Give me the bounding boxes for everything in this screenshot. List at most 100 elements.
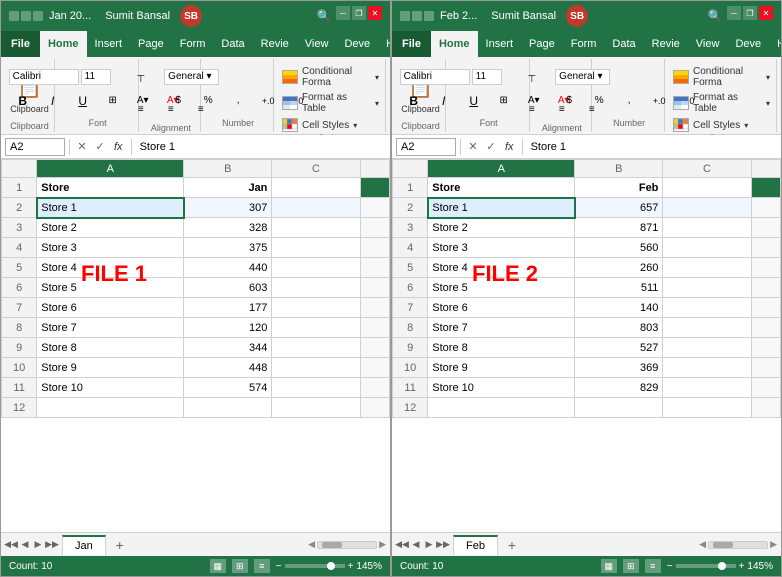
search-button[interactable]: 🔍 bbox=[705, 6, 725, 26]
cell-c1[interactable] bbox=[272, 178, 360, 198]
cell-a2[interactable]: Store 1 bbox=[428, 198, 575, 218]
normal-view-button[interactable]: ▦ bbox=[210, 559, 226, 573]
cell-c10[interactable] bbox=[663, 358, 751, 378]
cell-b5[interactable]: 260 bbox=[575, 258, 663, 278]
cell-a5[interactable]: Store 4 bbox=[428, 258, 575, 278]
name-box[interactable] bbox=[396, 138, 456, 156]
currency-button[interactable]: $ bbox=[555, 87, 583, 115]
formula-input[interactable] bbox=[527, 138, 777, 156]
comma-button[interactable]: , bbox=[224, 87, 252, 115]
tab-insert[interactable]: Insert bbox=[87, 31, 131, 57]
tab-page[interactable]: Page bbox=[130, 31, 172, 57]
format-as-table-button[interactable]: Format as Table ▾ bbox=[280, 91, 381, 115]
cell-c4[interactable] bbox=[663, 238, 751, 258]
cell-c5[interactable] bbox=[663, 258, 751, 278]
percent-button[interactable]: % bbox=[194, 87, 222, 115]
minimize-button[interactable]: ─ bbox=[727, 6, 741, 20]
confirm-formula-button[interactable]: ✓ bbox=[483, 140, 499, 153]
cell-a11[interactable]: Store 10 bbox=[428, 378, 575, 398]
formula-input[interactable] bbox=[136, 138, 386, 156]
col-header-C[interactable]: C bbox=[663, 160, 751, 178]
tab-prev-button[interactable]: ◀ bbox=[19, 539, 31, 550]
tab-data[interactable]: Data bbox=[604, 31, 643, 57]
cell-a9[interactable]: Store 8 bbox=[428, 338, 575, 358]
cell-a6[interactable]: Store 5 bbox=[37, 278, 184, 298]
cell-c8[interactable] bbox=[663, 318, 751, 338]
tab-home[interactable]: Home bbox=[431, 31, 478, 57]
cell-b1[interactable]: Jan bbox=[184, 178, 272, 198]
scroll-thumb[interactable] bbox=[713, 542, 733, 548]
border-button[interactable]: ⊞ bbox=[99, 87, 127, 115]
cell-b11[interactable]: 574 bbox=[184, 378, 272, 398]
tab-last-button[interactable]: ▶▶ bbox=[436, 539, 450, 550]
cell-a3[interactable]: Store 2 bbox=[37, 218, 184, 238]
cell-a12[interactable] bbox=[37, 398, 184, 418]
cell-b11[interactable]: 829 bbox=[575, 378, 663, 398]
search-button[interactable]: 🔍 bbox=[314, 6, 334, 26]
cell-b4[interactable]: 375 bbox=[184, 238, 272, 258]
align-left-button[interactable]: ≡ bbox=[518, 95, 546, 123]
cell-c3[interactable] bbox=[663, 218, 751, 238]
cell-a9[interactable]: Store 8 bbox=[37, 338, 184, 358]
comma-button[interactable]: , bbox=[615, 87, 643, 115]
tab-revie[interactable]: Revie bbox=[253, 31, 297, 57]
font-name-selector[interactable]: Calibri bbox=[9, 69, 79, 85]
tab-view[interactable]: View bbox=[297, 31, 337, 57]
tab-next-button[interactable]: ▶ bbox=[423, 539, 435, 550]
cell-styles-button[interactable]: Cell Styles ▾ bbox=[280, 117, 381, 133]
zoom-in-button[interactable]: + bbox=[348, 561, 354, 572]
cell-c2[interactable] bbox=[272, 198, 360, 218]
tab-data[interactable]: Data bbox=[213, 31, 252, 57]
underline-button[interactable]: U bbox=[460, 87, 488, 115]
cancel-formula-button[interactable]: ✕ bbox=[465, 140, 481, 153]
page-layout-button[interactable]: ⊞ bbox=[623, 559, 639, 573]
zoom-in-button[interactable]: + bbox=[739, 561, 745, 572]
cell-c12[interactable] bbox=[272, 398, 360, 418]
bold-button[interactable]: B bbox=[9, 87, 37, 115]
sheet-table-wrapper[interactable]: ABC1StoreFeb2Store 16573Store 28714Store… bbox=[392, 159, 781, 532]
cell-b10[interactable]: 369 bbox=[575, 358, 663, 378]
number-format-selector[interactable]: General ▾ bbox=[164, 69, 219, 85]
cell-b1[interactable]: Feb bbox=[575, 178, 663, 198]
cell-c3[interactable] bbox=[272, 218, 360, 238]
sheet-table-wrapper[interactable]: ABC1StoreJan2Store 13073Store 23284Store… bbox=[1, 159, 390, 532]
cell-b7[interactable]: 177 bbox=[184, 298, 272, 318]
cell-a8[interactable]: Store 7 bbox=[37, 318, 184, 338]
bold-button[interactable]: B bbox=[400, 87, 428, 115]
scroll-left-button[interactable]: ◀ bbox=[699, 539, 706, 550]
font-size-selector[interactable]: 11 bbox=[472, 69, 502, 85]
tab-view[interactable]: View bbox=[688, 31, 728, 57]
confirm-formula-button[interactable]: ✓ bbox=[92, 140, 108, 153]
tab-help[interactable]: Help bbox=[769, 31, 782, 57]
cell-b6[interactable]: 603 bbox=[184, 278, 272, 298]
scroll-thumb[interactable] bbox=[322, 542, 342, 548]
cell-a5[interactable]: Store 4 bbox=[37, 258, 184, 278]
tab-first-button[interactable]: ◀◀ bbox=[4, 539, 18, 550]
cell-b3[interactable]: 328 bbox=[184, 218, 272, 238]
cell-styles-button[interactable]: Cell Styles ▾ bbox=[671, 117, 772, 133]
percent-button[interactable]: % bbox=[585, 87, 613, 115]
tab-deve[interactable]: Deve bbox=[336, 31, 378, 57]
cell-c5[interactable] bbox=[272, 258, 360, 278]
cell-b6[interactable]: 511 bbox=[575, 278, 663, 298]
zoom-out-button[interactable]: − bbox=[276, 561, 282, 572]
cell-b2[interactable]: 657 bbox=[575, 198, 663, 218]
conditional-formatting-button[interactable]: Conditional Forma ▾ bbox=[671, 65, 772, 89]
tab-deve[interactable]: Deve bbox=[727, 31, 769, 57]
cell-a11[interactable]: Store 10 bbox=[37, 378, 184, 398]
zoom-slider[interactable] bbox=[676, 564, 736, 568]
tab-next-button[interactable]: ▶ bbox=[32, 539, 44, 550]
tab-last-button[interactable]: ▶▶ bbox=[45, 539, 59, 550]
cancel-formula-button[interactable]: ✕ bbox=[74, 140, 90, 153]
tab-revie[interactable]: Revie bbox=[644, 31, 688, 57]
cell-b12[interactable] bbox=[184, 398, 272, 418]
tab-form[interactable]: Form bbox=[563, 31, 605, 57]
format-as-table-button[interactable]: Format as Table ▾ bbox=[671, 91, 772, 115]
cell-a10[interactable]: Store 9 bbox=[37, 358, 184, 378]
cell-c8[interactable] bbox=[272, 318, 360, 338]
cell-a6[interactable]: Store 5 bbox=[428, 278, 575, 298]
add-sheet-button[interactable]: + bbox=[502, 535, 522, 555]
tab-insert[interactable]: Insert bbox=[478, 31, 522, 57]
align-top-button[interactable]: ⊤ bbox=[127, 65, 155, 93]
italic-button[interactable]: I bbox=[430, 87, 458, 115]
